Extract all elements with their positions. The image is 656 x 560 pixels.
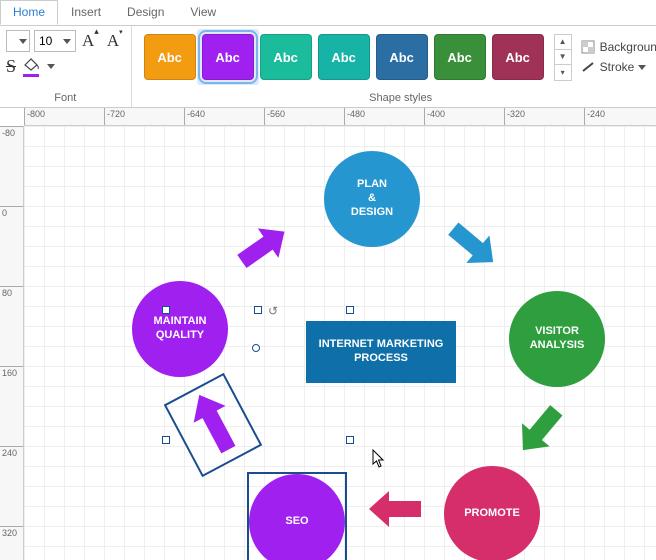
shape-visitor-analysis[interactable]: VISITOR ANALYSIS bbox=[509, 291, 605, 387]
chevron-down-icon bbox=[638, 65, 646, 70]
selection-handle[interactable] bbox=[346, 436, 354, 444]
fill-color-button[interactable] bbox=[22, 57, 44, 77]
increase-font-button[interactable]: A▴ bbox=[80, 31, 101, 51]
font-family-dropdown[interactable] bbox=[6, 30, 30, 52]
ruler-label: -640 bbox=[187, 109, 205, 119]
selection-handle[interactable] bbox=[346, 306, 354, 314]
ruler-label: -240 bbox=[587, 109, 605, 119]
ruler-label: -320 bbox=[507, 109, 525, 119]
chevron-down-icon bbox=[19, 39, 27, 44]
gallery-scroll-down[interactable]: ▼ bbox=[555, 50, 571, 65]
arrow-maintain-to-plan[interactable] bbox=[229, 216, 299, 276]
selection-box-arrow bbox=[164, 373, 263, 477]
arrow-seo-to-maintain[interactable] bbox=[166, 374, 265, 478]
font-size-value: 10 bbox=[39, 34, 52, 48]
gallery-scroll: ▲ ▼ ▾ bbox=[554, 34, 572, 81]
selection-handle[interactable] bbox=[162, 306, 170, 314]
background-icon bbox=[580, 39, 596, 55]
style-gallery: Abc Abc Abc Abc Abc Abc Abc bbox=[138, 30, 550, 84]
arrow-plan-to-visitor[interactable] bbox=[439, 216, 509, 276]
gallery-expand[interactable]: ▾ bbox=[555, 65, 571, 80]
ruler-label: -800 bbox=[27, 109, 45, 119]
ruler-label: 0 bbox=[2, 208, 7, 218]
stroke-label: Stroke bbox=[600, 60, 635, 74]
style-swatch-7[interactable]: Abc bbox=[492, 34, 544, 80]
selection-handle[interactable] bbox=[162, 436, 170, 444]
tab-insert[interactable]: Insert bbox=[58, 0, 114, 25]
arrow-visitor-to-promote[interactable] bbox=[504, 401, 574, 461]
arrow-promote-to-seo[interactable] bbox=[359, 484, 429, 534]
shape-label: INTERNET MARKETING PROCESS bbox=[319, 338, 444, 366]
shape-maintain-quality[interactable]: MAINTAIN QUALITY bbox=[132, 281, 228, 377]
style-swatch-1[interactable]: Abc bbox=[144, 34, 196, 80]
ribbon: 10 A▴ A▾ S Font Abc Abc Abc Abc Abc bbox=[0, 26, 656, 108]
ruler-label: -720 bbox=[107, 109, 125, 119]
decrease-font-button[interactable]: A▾ bbox=[105, 31, 125, 51]
selection-handle[interactable] bbox=[254, 306, 262, 314]
horizontal-ruler: -800 -720 -640 -560 -480 -400 -320 -240 … bbox=[24, 108, 656, 126]
style-swatch-4[interactable]: Abc bbox=[318, 34, 370, 80]
stroke-icon bbox=[580, 59, 596, 75]
strikethrough-button[interactable]: S bbox=[6, 56, 16, 77]
group-font: 10 A▴ A▾ S Font bbox=[0, 26, 132, 107]
group-label-styles: Shape styles bbox=[138, 90, 656, 107]
stroke-button[interactable]: Stroke bbox=[580, 59, 656, 75]
paint-bucket-icon bbox=[22, 57, 40, 71]
rotate-handle[interactable]: ↺ bbox=[268, 304, 278, 318]
selection-box bbox=[247, 472, 347, 560]
style-swatch-6[interactable]: Abc bbox=[434, 34, 486, 80]
ruler-label: 160 bbox=[2, 368, 17, 378]
shape-promote[interactable]: PROMOTE bbox=[444, 466, 540, 560]
vertical-ruler: -80 0 80 160 240 320 bbox=[0, 126, 24, 560]
ribbon-tabs: Home Insert Design View bbox=[0, 0, 656, 26]
group-shape-styles: Abc Abc Abc Abc Abc Abc Abc ▲ ▼ ▾ Backgr… bbox=[132, 26, 656, 107]
style-swatch-5[interactable]: Abc bbox=[376, 34, 428, 80]
ruler-label: 80 bbox=[2, 288, 12, 298]
background-button[interactable]: Background bbox=[580, 39, 656, 55]
ruler-label: -400 bbox=[427, 109, 445, 119]
shape-label: PLAN & DESIGN bbox=[351, 178, 393, 219]
ruler-label: 320 bbox=[2, 528, 17, 538]
shape-label: PROMOTE bbox=[464, 507, 520, 521]
ruler-label: -480 bbox=[347, 109, 365, 119]
shape-label: MAINTAIN QUALITY bbox=[154, 315, 207, 343]
style-swatch-3[interactable]: Abc bbox=[260, 34, 312, 80]
ruler-label: -80 bbox=[2, 128, 15, 138]
shape-label: VISITOR ANALYSIS bbox=[530, 325, 585, 353]
tab-design[interactable]: Design bbox=[114, 0, 177, 25]
shape-plan-design[interactable]: PLAN & DESIGN bbox=[324, 151, 420, 247]
cursor-icon bbox=[372, 449, 386, 469]
group-label-font: Font bbox=[6, 90, 125, 107]
ruler-label: -560 bbox=[267, 109, 285, 119]
shape-center-process[interactable]: INTERNET MARKETING PROCESS bbox=[306, 321, 456, 383]
chevron-down-icon[interactable] bbox=[47, 64, 55, 69]
background-label: Background bbox=[600, 40, 656, 54]
tab-home[interactable]: Home bbox=[0, 0, 58, 25]
chevron-down-icon bbox=[63, 39, 71, 44]
font-size-dropdown[interactable]: 10 bbox=[34, 30, 76, 52]
diagram-canvas[interactable]: INTERNET MARKETING PROCESS PLAN & DESIGN… bbox=[24, 126, 656, 560]
tab-view[interactable]: View bbox=[177, 0, 229, 25]
style-swatch-2[interactable]: Abc bbox=[202, 34, 254, 80]
selection-handle[interactable] bbox=[252, 344, 260, 352]
ruler-label: 240 bbox=[2, 448, 17, 458]
gallery-scroll-up[interactable]: ▲ bbox=[555, 35, 571, 50]
